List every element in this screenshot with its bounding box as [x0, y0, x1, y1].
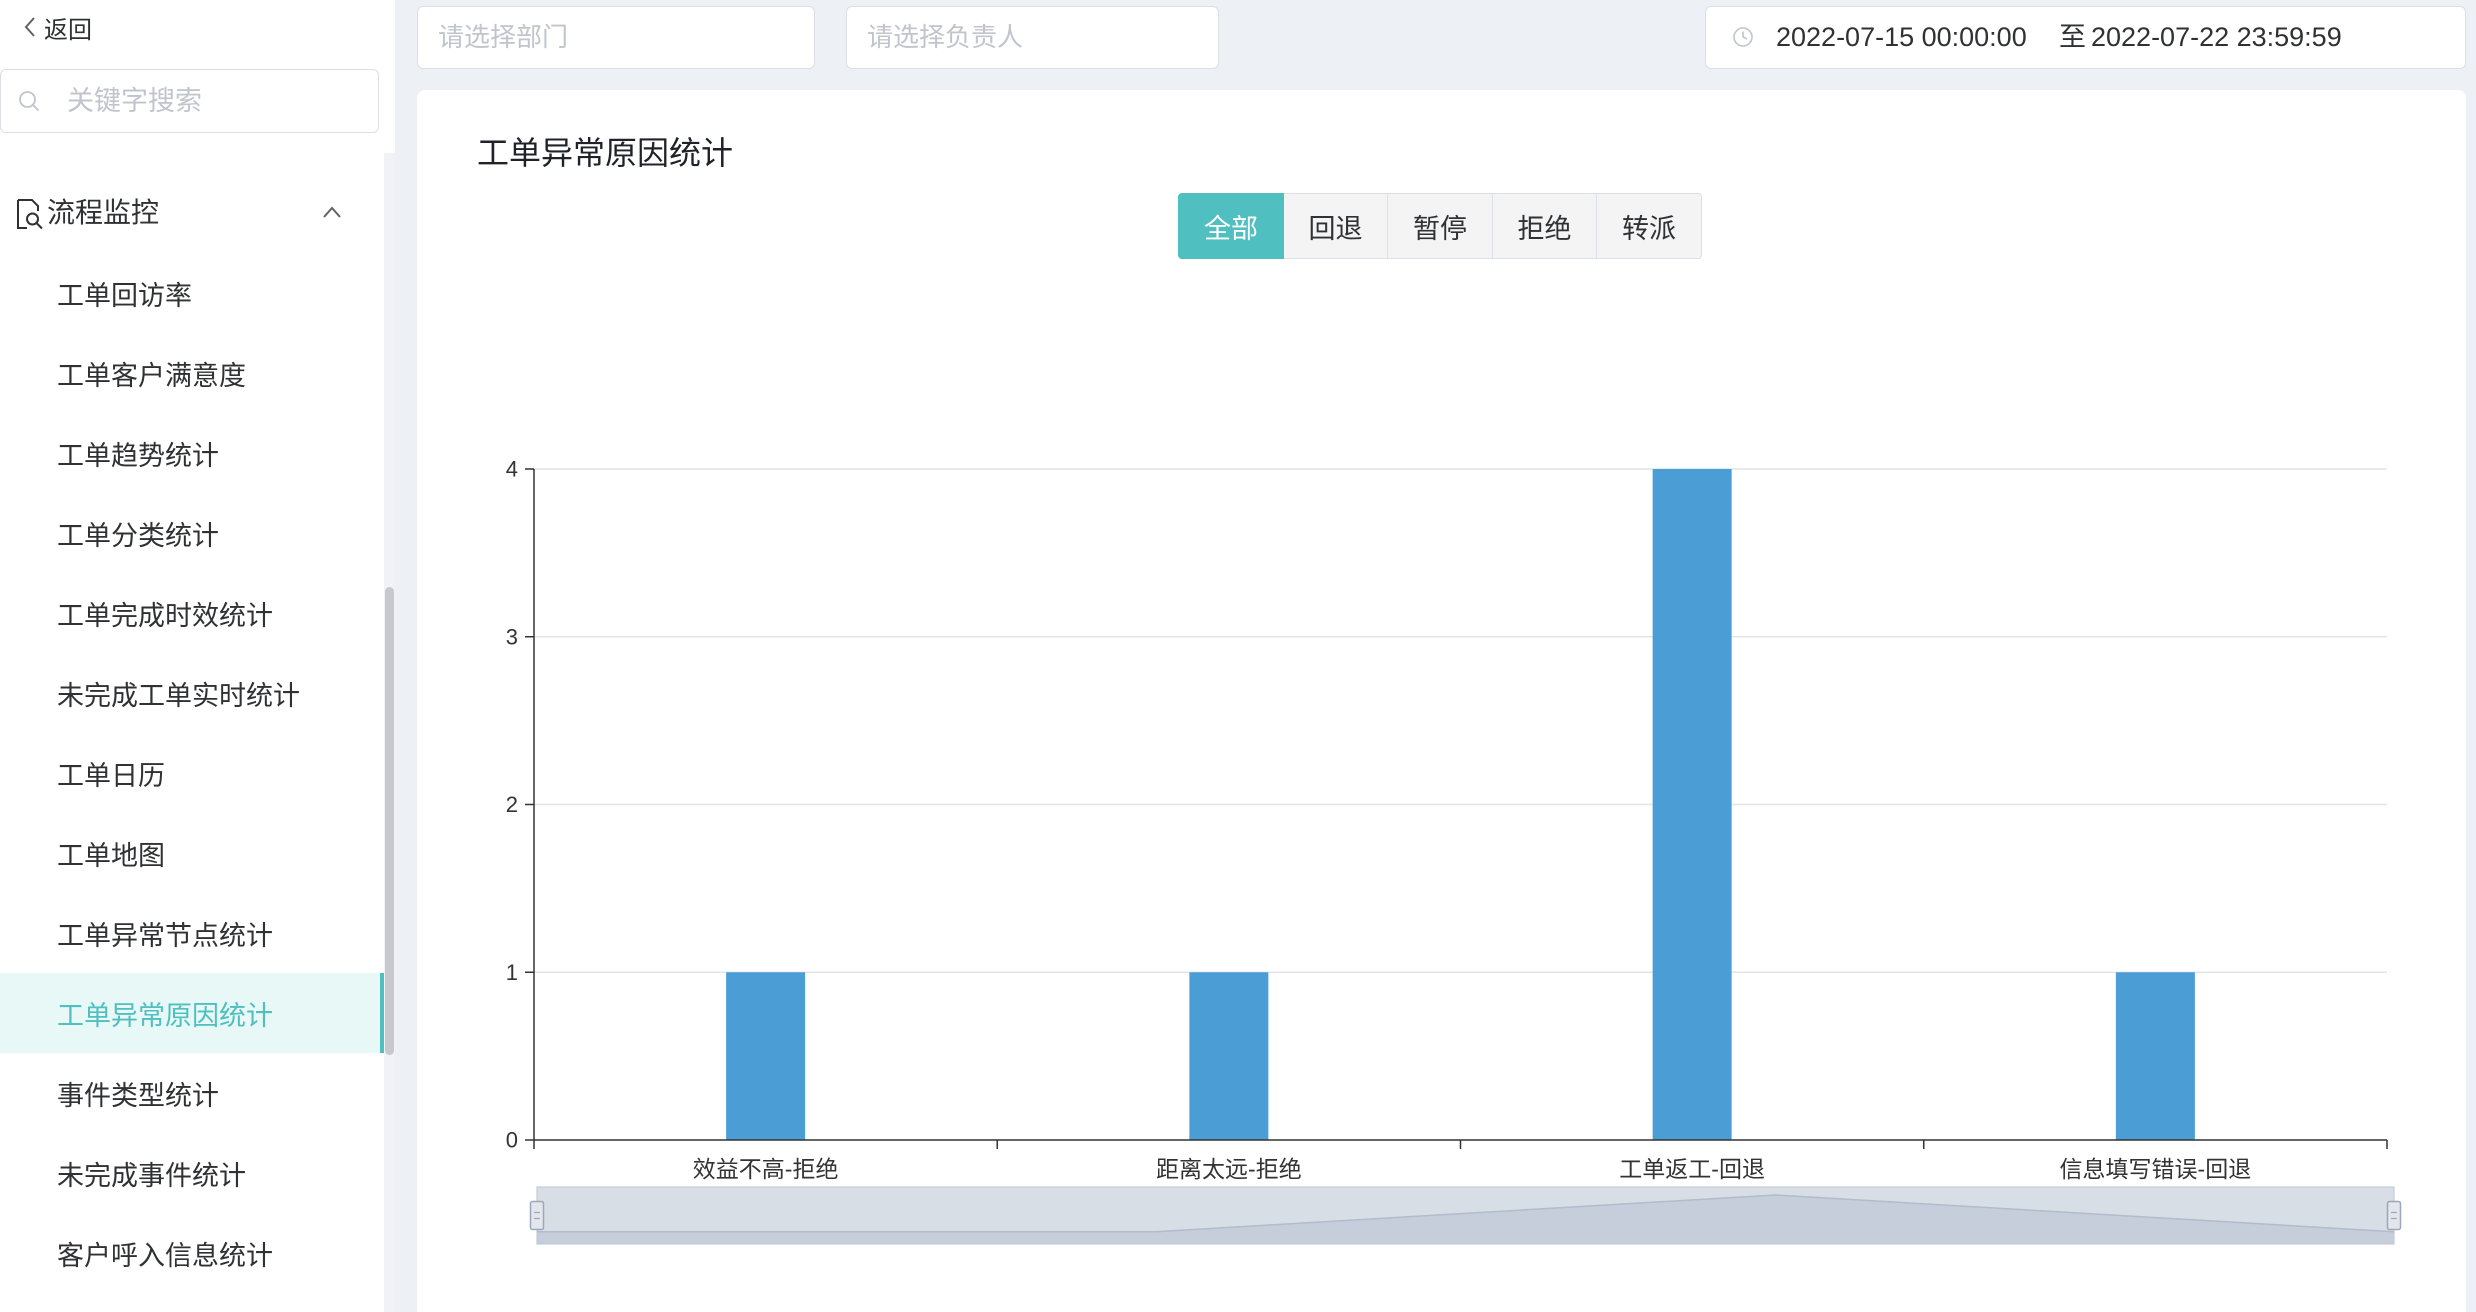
menu-group-label: 流程监控 [47, 197, 160, 228]
sidebar-item-ticket-revisit-rate[interactable]: 工单回访率 [0, 253, 384, 333]
datazoom-handle-right[interactable] [2386, 1200, 2402, 1231]
sidebar-item-label: 未完成事件统计 [57, 1160, 246, 1191]
sidebar-item-label: 事件类型统计 [57, 1080, 219, 1111]
x-tick-label: 距离太远-拒绝 [1156, 1156, 1302, 1182]
sidebar: 返回 流程监控 工单回访率 工单客户满意度 工单趋势统计 工单分类统计 工单完成… [0, 0, 395, 1312]
clock-icon [1733, 27, 1753, 47]
x-tick-label: 工单返工-回退 [1619, 1156, 1765, 1182]
date-range-start[interactable]: 2022-07-15 00:00:00 [1776, 7, 2027, 67]
date-range-end[interactable]: 2022-07-22 23:59:59 [2091, 7, 2342, 67]
back-button[interactable]: 返回 [24, 10, 92, 44]
date-range-separator: 至 [2059, 22, 2086, 52]
chevron-up-icon [323, 206, 341, 218]
owner-select[interactable] [846, 6, 1219, 69]
sidebar-item-ticket-abnormal-node-stats[interactable]: 工单异常节点统计 [0, 893, 384, 973]
document-search-icon [17, 199, 43, 230]
sidebar-item-event-type-stats[interactable]: 事件类型统计 [0, 1053, 384, 1133]
datazoom-selected-range[interactable] [537, 1187, 2394, 1244]
sidebar-item-ticket-map[interactable]: 工单地图 [0, 813, 384, 893]
tab-rollback[interactable]: 回退 [1282, 193, 1389, 259]
y-tick-label: 0 [506, 1128, 518, 1153]
chevron-left-icon [24, 17, 35, 37]
sidebar-menu: 流程监控 工单回访率 工单客户满意度 工单趋势统计 工单分类统计 工单完成时效统… [0, 153, 395, 1312]
x-tick-label: 信息填写错误-回退 [2060, 1156, 2252, 1182]
datazoom-handle-left[interactable] [529, 1200, 545, 1231]
y-tick-label: 2 [506, 792, 518, 817]
search-icon [19, 91, 40, 112]
y-tick-label: 3 [506, 624, 518, 649]
sidebar-search-box [0, 69, 379, 133]
sidebar-item-label: 未完成工单实时统计 [57, 680, 300, 711]
y-tick-label: 4 [506, 457, 518, 482]
tab-all[interactable]: 全部 [1178, 193, 1284, 259]
sidebar-item-label: 工单异常原因统计 [57, 1000, 273, 1031]
bar[interactable] [1189, 972, 1269, 1140]
sidebar-scrollbar-thumb[interactable] [385, 587, 394, 1055]
sidebar-item-ticket-trend-stats[interactable]: 工单趋势统计 [0, 413, 384, 493]
sidebar-item-ticket-abnormal-reason-stats[interactable]: 工单异常原因统计 [0, 973, 384, 1053]
sidebar-item-label: 工单趋势统计 [57, 440, 219, 471]
tab-transfer[interactable]: 转派 [1596, 193, 1702, 259]
menu-group-process-monitoring[interactable]: 流程监控 [0, 173, 384, 253]
reason-type-tabs: 全部 回退 暂停 拒绝 转派 [1178, 193, 1702, 259]
keyword-search-input[interactable] [67, 70, 367, 132]
abnormal-reason-card: 工单异常原因统计 效益不高-拒绝 距离太远-拒绝 工单返工-回退 信息填写错误-回退 0… [417, 90, 2466, 1312]
sidebar-item-label: 工单地图 [57, 840, 165, 871]
sidebar-item-customer-inbound-call-stats[interactable]: 客户呼入信息统计 [0, 1213, 384, 1293]
bar[interactable] [2115, 972, 2195, 1140]
sidebar-item-ticket-completion-time-stats[interactable]: 工单完成时效统计 [0, 573, 384, 653]
sidebar-item-label: 客户呼入信息统计 [57, 1240, 273, 1271]
date-range-picker[interactable]: 2022-07-15 00:00:00 至 2022-07-22 23:59:5… [1705, 6, 2466, 69]
bar[interactable] [1652, 469, 1732, 1140]
x-tick-label: 效益不高-拒绝 [693, 1156, 839, 1182]
back-label: 返回 [44, 16, 92, 44]
sidebar-item-label: 工单完成时效统计 [57, 600, 273, 631]
sidebar-item-ticket-category-stats[interactable]: 工单分类统计 [0, 493, 384, 573]
sidebar-item-ticket-customer-satisfaction[interactable]: 工单客户满意度 [0, 333, 384, 413]
department-select[interactable] [417, 6, 815, 69]
bar[interactable] [726, 972, 806, 1140]
sidebar-item-label: 工单客户满意度 [57, 360, 246, 391]
sidebar-item-label: 工单日历 [57, 760, 165, 791]
owner-select-input[interactable] [867, 7, 1208, 68]
abnormal-reason-bar-chart: 效益不高-拒绝 距离太远-拒绝 工单返工-回退 信息填写错误-回退 0 1 2 3 4 [506, 457, 2402, 1245]
sidebar-item-open-ticket-realtime-stats[interactable]: 未完成工单实时统计 [0, 653, 384, 733]
sidebar-item-label: 工单回访率 [57, 280, 192, 311]
sidebar-scrollbar[interactable] [384, 153, 395, 1312]
sidebar-item-label: 工单异常节点统计 [57, 920, 273, 951]
tab-reject[interactable]: 拒绝 [1491, 193, 1598, 259]
sidebar-item-ticket-calendar[interactable]: 工单日历 [0, 733, 384, 813]
sidebar-item-label: 工单分类统计 [57, 520, 219, 551]
tab-pause[interactable]: 暂停 [1387, 193, 1493, 259]
department-select-input[interactable] [438, 7, 804, 68]
sidebar-item-open-event-stats[interactable]: 未完成事件统计 [0, 1133, 384, 1213]
y-tick-label: 1 [506, 960, 518, 985]
